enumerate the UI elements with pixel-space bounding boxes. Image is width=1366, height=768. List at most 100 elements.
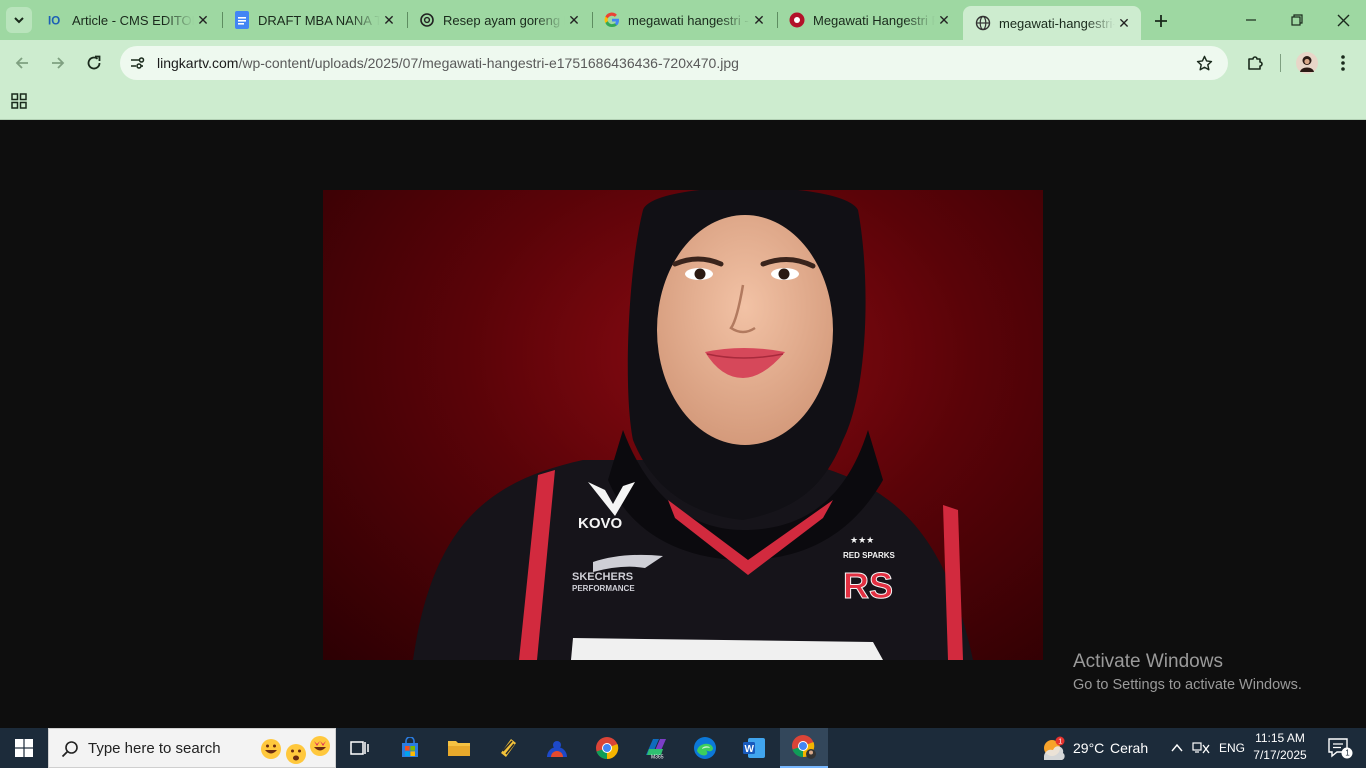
toolbar-separator: [1280, 54, 1281, 72]
tab-search-button[interactable]: [6, 7, 32, 33]
store-icon: [402, 737, 418, 757]
close-icon[interactable]: ✕: [750, 11, 768, 29]
close-icon: [1337, 14, 1349, 26]
weather-badge-count: 1: [1058, 739, 1062, 746]
minimize-icon: [1246, 19, 1256, 21]
reload-icon: [87, 55, 101, 70]
arc-app-icon: [547, 741, 567, 757]
chrome-profile-icon: [792, 735, 816, 759]
star-icon: [1196, 55, 1212, 70]
tab-title: megawati-hangestri-e: [999, 15, 1115, 31]
cms-logo-icon: IO: [48, 12, 64, 28]
google-docs-icon: [234, 11, 250, 29]
word-icon: W: [743, 738, 765, 758]
tab-draft-doc[interactable]: DRAFT MBA NANA TI ✕: [222, 6, 406, 34]
puzzle-icon: [1248, 56, 1263, 70]
globe-icon: [975, 15, 991, 31]
svg-text:W: W: [745, 744, 755, 755]
reload-button[interactable]: [79, 48, 109, 78]
url-text[interactable]: lingkartv.com/wp-content/uploads/2025/07…: [157, 55, 739, 71]
weather-description[interactable]: Cerah: [1110, 740, 1148, 756]
jersey-brand-text: KOVO: [578, 515, 623, 532]
close-icon[interactable]: ✕: [380, 11, 398, 29]
apps-grid-icon[interactable]: [10, 92, 30, 112]
weather-widget-icon[interactable]: 1: [1040, 728, 1068, 768]
forward-button[interactable]: [43, 48, 73, 78]
activate-windows-watermark: Activate Windows Go to Settings to activ…: [1073, 651, 1302, 693]
close-window-button[interactable]: [1320, 0, 1366, 40]
url-path: /wp-content/uploads/2025/07/megawati-han…: [238, 55, 739, 71]
bookmark-star-button[interactable]: [1189, 48, 1219, 78]
clock-time: 11:15 AM: [1255, 731, 1305, 745]
arrow-left-icon: [15, 57, 28, 69]
restore-button[interactable]: [1274, 0, 1320, 40]
chrome-button[interactable]: [587, 728, 627, 768]
minimize-button[interactable]: [1228, 0, 1274, 40]
close-icon[interactable]: ✕: [1115, 14, 1133, 32]
svg-text:★★★: ★★★: [850, 535, 874, 545]
site-red-icon: [789, 12, 805, 28]
weather-temperature[interactable]: 29°C: [1073, 740, 1104, 756]
notification-icon: 1: [1328, 738, 1353, 759]
microsoft-365-button[interactable]: M365: [636, 728, 676, 768]
tab-megawati-article[interactable]: Megawati Hangestri P ✕: [777, 6, 961, 34]
extensions-button[interactable]: [1240, 48, 1270, 78]
network-icon[interactable]: [1190, 728, 1212, 768]
pinned-app-sticky-button[interactable]: [488, 728, 528, 768]
avatar-icon: [1296, 52, 1318, 74]
chevron-down-icon: [14, 17, 24, 24]
close-icon[interactable]: ✕: [935, 11, 953, 29]
emoji-highlight-icon: [261, 736, 330, 764]
svg-text:IO: IO: [48, 15, 60, 27]
file-explorer-button[interactable]: [439, 728, 479, 768]
restore-icon: [1291, 14, 1303, 26]
tab-title: Article - CMS EDITOR: [72, 12, 194, 28]
url-domain: lingkartv.com: [157, 55, 239, 71]
tab-cms-editor[interactable]: IO Article - CMS EDITOR ✕: [36, 6, 220, 34]
team-text: RED SPARKS: [843, 551, 896, 560]
folder-icon: [448, 741, 470, 756]
search-placeholder: Type here to search: [88, 740, 221, 757]
windows-logo-icon: [15, 739, 33, 757]
arrow-right-icon: [52, 57, 65, 69]
plus-icon: [1155, 15, 1167, 27]
sponsor-text-2: PERFORMANCE: [572, 584, 635, 593]
start-button[interactable]: [0, 728, 48, 768]
site-info-icon[interactable]: [128, 54, 146, 72]
edge-icon: [694, 737, 716, 759]
tab-resep[interactable]: Resep ayam goreng k ✕: [407, 6, 591, 34]
pinned-app-arc-button[interactable]: [537, 728, 577, 768]
chrome-active-button[interactable]: [780, 728, 828, 768]
clock-date: 7/17/2025: [1253, 748, 1307, 762]
profile-avatar[interactable]: [1292, 48, 1322, 78]
tab-title: DRAFT MBA NANA TI: [258, 12, 380, 28]
watermark-title: Activate Windows: [1073, 651, 1223, 672]
tab-megawati-image[interactable]: megawati-hangestri-e ✕: [963, 6, 1141, 40]
search-icon: [61, 741, 78, 758]
notification-count: 1: [1345, 749, 1350, 758]
task-view-button[interactable]: [340, 728, 380, 768]
svg-text:M365: M365: [651, 755, 664, 760]
tab-google-search[interactable]: megawati hangestri - ✕: [592, 6, 776, 34]
taskbar-search-box[interactable]: Type here to search: [48, 728, 336, 768]
tab-title: Resep ayam goreng k: [443, 12, 565, 28]
new-tab-button[interactable]: [1148, 8, 1174, 34]
notification-center-button[interactable]: 1: [1320, 728, 1360, 768]
input-language[interactable]: ENG: [1219, 741, 1245, 755]
watermark-subtitle: Go to Settings to activate Windows.: [1073, 677, 1302, 693]
bookmarks-bar: [0, 86, 1366, 120]
tab-title: megawati hangestri -: [628, 12, 749, 28]
task-view-icon: [350, 741, 369, 755]
word-button[interactable]: W: [734, 728, 774, 768]
close-icon[interactable]: ✕: [194, 11, 212, 29]
show-hidden-icons-button[interactable]: [1166, 728, 1188, 768]
chrome-icon: [596, 737, 619, 760]
sponsor-text-1: SKECHERS: [572, 571, 633, 583]
displayed-image[interactable]: KOVO SKECHERS PERFORMANCE ★★★ RED SPARKS…: [323, 190, 1043, 660]
microsoft-store-button[interactable]: [390, 728, 430, 768]
menu-button[interactable]: [1328, 48, 1358, 78]
system-clock[interactable]: 11:15 AM 7/17/2025: [1250, 731, 1310, 762]
back-button[interactable]: [7, 48, 37, 78]
close-icon[interactable]: ✕: [565, 11, 583, 29]
edge-button[interactable]: [685, 728, 725, 768]
